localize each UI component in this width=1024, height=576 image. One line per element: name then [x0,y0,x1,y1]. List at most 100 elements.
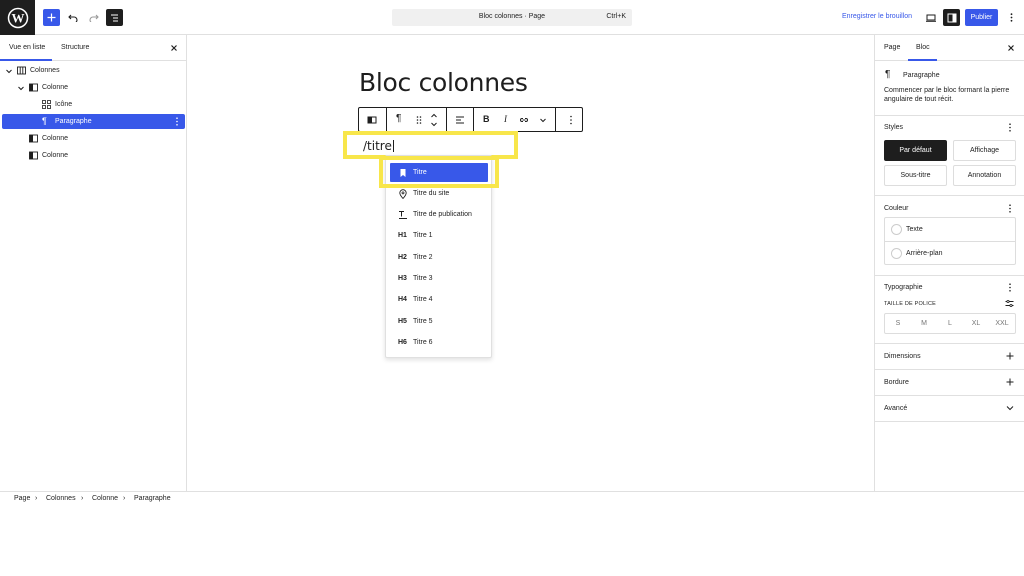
options-menu-button[interactable] [1003,9,1020,26]
tab-structure[interactable]: Structure [61,44,89,51]
settings-toggle-button[interactable] [943,9,960,26]
desktop-preview-icon [925,14,936,22]
tree-item-colonnes[interactable]: Colonnes [2,63,185,78]
dimensions-section-title[interactable]: Dimensions [884,353,921,360]
font-size-l[interactable]: L [940,320,960,327]
autocomplete-item-titre-2[interactable]: H2 Titre 2 [390,248,488,267]
redo-button[interactable] [85,9,102,26]
kebab-menu-icon[interactable] [1008,283,1012,292]
bold-icon[interactable]: B [483,114,493,124]
autocomplete-item-titre-de-publication[interactable]: Titre de publication [390,205,488,224]
column-icon [29,83,38,92]
paragraph-block-content[interactable]: /titre [363,139,394,153]
paragraph-icon[interactable]: ¶ [396,114,406,124]
undo-button[interactable] [64,9,81,26]
kebab-menu-icon[interactable] [1008,123,1012,132]
italic-icon[interactable]: I [504,114,514,124]
color-option-label: Arrière-plan [906,250,943,257]
tree-item-label: Paragraphe [55,118,92,125]
advanced-section-title[interactable]: Avancé [884,405,907,412]
svg-text:W: W [11,10,24,25]
column-icon [29,151,38,160]
command-shortcut: Ctrl+K [606,13,626,20]
style-affichage-button[interactable]: Affichage [953,140,1016,161]
tree-item-label: Colonne [42,84,69,91]
autocomplete-item-titre-5[interactable]: H5 Titre 5 [390,312,488,331]
kebab-menu-icon [1010,13,1013,22]
autocomplete-label: Titre 2 [413,254,433,261]
tree-item-colonne[interactable]: Colonne [2,148,185,163]
font-size-xl[interactable]: XL [966,320,986,327]
chevron-down-icon[interactable] [1006,404,1014,412]
color-swatch [891,248,902,259]
tree-item-colonne[interactable]: Colonne [2,80,185,95]
move-up-down-icon[interactable] [429,111,439,129]
breadcrumb-colonne[interactable]: Colonne [92,495,118,502]
color-section-title: Couleur [884,205,909,212]
breadcrumb-page[interactable]: Page [14,495,30,502]
columns-parent-icon[interactable] [367,115,377,125]
chevron-down-icon[interactable] [5,67,13,75]
list-view-panel: Vue en liste Structure Colonnes Colonne … [0,35,187,491]
document-overview-button[interactable] [106,9,123,26]
font-size-m[interactable]: M [914,320,934,327]
more-chevron-icon[interactable] [538,115,548,125]
link-icon[interactable] [519,115,529,125]
font-size-label: TAILLE DE POLICE [884,301,937,307]
section-divider [875,275,1024,276]
autocomplete-label: Titre 4 [413,296,433,303]
color-settings-group: Texte Arrière-plan [884,217,1016,265]
tab-bloc[interactable]: Bloc [916,44,930,51]
autocomplete-item-titre-4[interactable]: H4 Titre 4 [390,290,488,309]
border-section-title[interactable]: Bordure [884,379,909,386]
icon-block-icon [42,100,51,109]
plus-icon[interactable] [1006,352,1014,360]
options-kebab-icon[interactable] [566,115,576,125]
command-palette-bar[interactable]: Bloc colonnes · Page Ctrl+K [392,9,632,26]
plus-icon[interactable] [1006,378,1014,386]
font-size-s[interactable]: S [888,320,908,327]
slash-command-text: /titre [363,139,392,153]
wordpress-logo-icon[interactable]: W [0,0,35,35]
toolbar-divider [386,108,387,131]
font-size-xxl[interactable]: XXL [992,320,1012,327]
publish-button[interactable]: Publier [965,9,998,26]
toolbar-divider [555,108,556,131]
list-view-tabs: Vue en liste Structure [0,35,187,61]
tree-item-paragraphe[interactable]: ¶ Paragraphe [2,114,185,129]
tree-item-colonne[interactable]: Colonne [2,131,185,146]
kebab-menu-icon[interactable] [175,117,179,126]
kebab-menu-icon[interactable] [1008,204,1012,213]
color-background-option[interactable]: Arrière-plan [885,242,1015,265]
autocomplete-item-titre-3[interactable]: H3 Titre 3 [390,269,488,288]
editor-canvas: Bloc colonnes ¶ B I /titre Titre Titre d… [187,35,874,491]
chevron-right-icon: › [81,495,84,502]
document-overview-icon [111,13,118,22]
tree-item-icone[interactable]: Icône [2,97,185,112]
breadcrumb-colonnes[interactable]: Colonnes [46,495,76,502]
add-block-button[interactable] [43,9,60,26]
preview-button[interactable] [922,9,939,26]
style-par-defaut-button[interactable]: Par défaut [884,140,947,161]
color-swatch [891,224,902,235]
align-icon[interactable] [455,115,465,125]
typography-section-title: Typographie [884,284,923,291]
close-icon[interactable] [1006,43,1016,53]
close-icon[interactable] [169,43,179,53]
save-draft-button[interactable]: Enregistrer le brouillon [842,13,912,20]
map-pin-icon [399,189,407,199]
font-size-settings-icon[interactable] [1005,299,1014,308]
post-title-icon [399,211,407,219]
autocomplete-item-titre-6[interactable]: H6 Titre 6 [390,333,488,352]
tab-list-view[interactable]: Vue en liste [9,44,45,51]
page-title[interactable]: Bloc colonnes [359,68,528,97]
color-option-label: Texte [906,226,923,233]
drag-handle-icon[interactable] [414,115,424,125]
style-annotation-button[interactable]: Annotation [953,165,1016,186]
autocomplete-label: Titre du site [413,190,450,197]
autocomplete-item-titre-1[interactable]: H1 Titre 1 [390,226,488,245]
tab-page[interactable]: Page [884,44,900,51]
chevron-down-icon[interactable] [17,84,25,92]
color-text-option[interactable]: Texte [885,218,1015,241]
style-sous-titre-button[interactable]: Sous-titre [884,165,947,186]
